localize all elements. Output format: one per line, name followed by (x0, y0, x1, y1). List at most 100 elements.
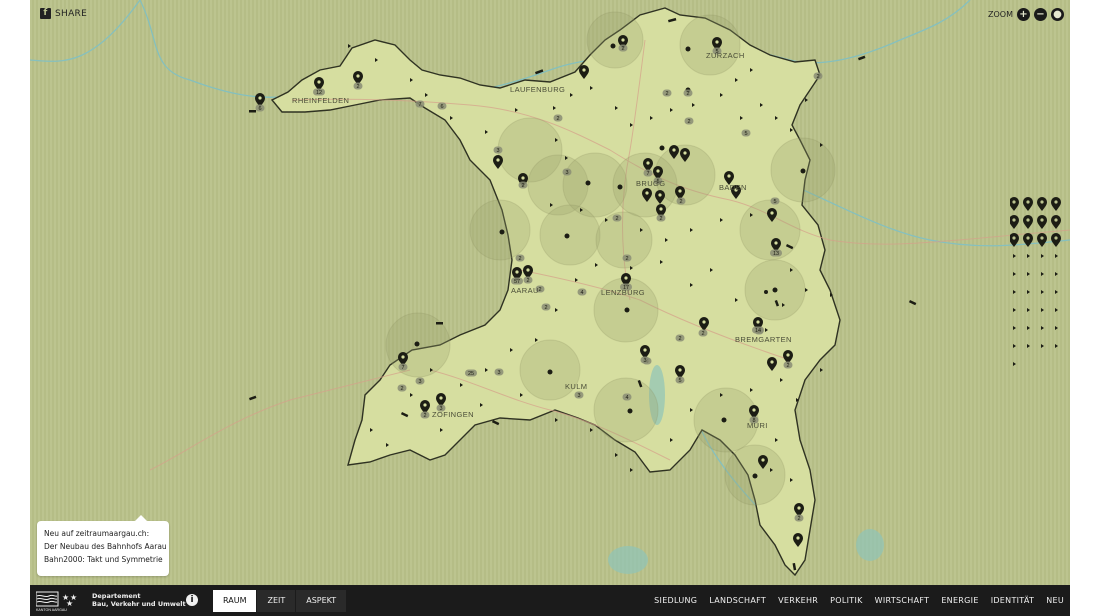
legend-arrow-icon[interactable] (1055, 308, 1058, 312)
facebook-icon: f (40, 8, 51, 19)
svg-text:2: 2 (621, 46, 624, 52)
legend-pin-icon[interactable] (1010, 197, 1019, 211)
pin-hole (621, 38, 625, 42)
count-badge: 57 (511, 277, 523, 285)
svg-text:5: 5 (678, 378, 681, 384)
legend-arrow-icon[interactable] (1013, 344, 1016, 348)
tab-raum[interactable]: RAUM (213, 590, 258, 612)
view-tabs: RAUM ZEIT ASPEKT (213, 590, 348, 612)
legend-arrow-icon[interactable] (1055, 272, 1058, 276)
place-label: LENZBURG (601, 288, 645, 297)
legend-arrow-icon[interactable] (1013, 254, 1016, 258)
legend-pin-icon[interactable] (1037, 233, 1047, 247)
topic-siedlung[interactable]: SIEDLUNG (654, 596, 697, 605)
legend-arrow-icon[interactable] (1055, 254, 1058, 258)
legend-pin-icon[interactable] (1037, 215, 1047, 229)
topic-verkehr[interactable]: VERKEHR (778, 596, 818, 605)
legend-arrow-icon[interactable] (1027, 290, 1030, 294)
legend-arrow-icon[interactable] (1013, 362, 1016, 366)
legend-arrow-icon[interactable] (1041, 308, 1044, 312)
news-link[interactable]: Der Neubau des Bahnhofs Aarau (44, 540, 167, 553)
legend-pin-icon[interactable] (1051, 233, 1061, 247)
svg-text:2: 2 (356, 84, 359, 90)
department-name: Departement Bau, Verkehr und Umwelt (92, 592, 186, 608)
eye-icon[interactable]: ● (1051, 8, 1064, 21)
legend-pin-icon[interactable] (1010, 233, 1019, 247)
svg-text:3: 3 (497, 370, 500, 376)
legend-pin-icon[interactable] (1023, 214, 1033, 229)
pin-hole (752, 408, 756, 412)
legend-arrow-icon[interactable] (1041, 344, 1044, 348)
topic-identitaet[interactable]: IDENTITÄT (991, 596, 1035, 605)
svg-text:57: 57 (514, 279, 520, 285)
arrow-icon[interactable] (805, 98, 808, 102)
share-button[interactable]: f SHARE (40, 8, 87, 19)
topic-politik[interactable]: POLITIK (830, 596, 863, 605)
pin-hole (683, 151, 687, 155)
legend-arrow-icon[interactable] (1041, 290, 1044, 294)
svg-text:2: 2 (423, 413, 426, 419)
legend-pin-icon[interactable] (1051, 215, 1061, 229)
news-box: Neu auf zeitraumaargau.ch: Der Neubau de… (37, 515, 169, 576)
topic-wirtschaft[interactable]: WIRTSCHAFT (875, 596, 930, 605)
arrow-icon[interactable] (615, 453, 618, 457)
legend-arrow-icon[interactable] (1013, 326, 1016, 330)
svg-text:14: 14 (755, 328, 761, 334)
legend-arrow-icon[interactable] (1041, 254, 1044, 258)
legend-pin-hole (1040, 218, 1044, 222)
tab-aspekt[interactable]: ASPEKT (296, 590, 348, 612)
plus-icon[interactable]: + (1017, 8, 1030, 21)
svg-text:KANTON AARGAU: KANTON AARGAU (36, 608, 67, 612)
legend-pin-icon[interactable] (1023, 232, 1033, 247)
legend-pin-icon[interactable] (1037, 197, 1047, 211)
topic-energie[interactable]: ENERGIE (941, 596, 978, 605)
legend-arrow-icon[interactable] (1013, 290, 1016, 294)
pin-hole (521, 176, 525, 180)
info-icon[interactable]: i (186, 594, 198, 606)
legend-arrow-icon[interactable] (1027, 308, 1030, 312)
arrow-icon[interactable] (820, 368, 823, 372)
legend-arrow-icon[interactable] (1013, 272, 1016, 276)
pin-hole (656, 169, 660, 173)
pin-hole (643, 348, 647, 352)
count-badge: 12 (313, 88, 325, 96)
pin-hole (797, 506, 801, 510)
svg-text:2: 2 (400, 386, 403, 392)
legend-arrow-icon[interactable] (1055, 326, 1058, 330)
legend-arrow-icon[interactable] (1013, 308, 1016, 312)
zoom-controls: ZOOM + − ● (988, 8, 1064, 21)
legend-arrow-icon[interactable] (1027, 326, 1030, 330)
minus-icon[interactable]: − (1034, 8, 1047, 21)
arrow-icon[interactable] (348, 44, 351, 48)
legend-arrow-icon[interactable] (1041, 272, 1044, 276)
count-badge: 6 (255, 104, 265, 112)
news-link[interactable]: Bahn2000: Takt und Symmetrie (44, 553, 163, 566)
pin-hole (678, 189, 682, 193)
legend-arrow-icon[interactable] (1027, 254, 1030, 258)
tab-zeit[interactable]: ZEIT (257, 590, 297, 612)
place-label: AARAU (511, 286, 539, 295)
svg-text:2: 2 (686, 91, 689, 97)
topic-neu[interactable]: NEU (1046, 596, 1064, 605)
svg-text:7: 7 (401, 365, 404, 371)
legend-arrow-icon[interactable] (1041, 326, 1044, 330)
canton-map[interactable]: 6122257622225232753222513225722174222214… (30, 0, 1070, 585)
legend-arrow-icon[interactable] (1027, 344, 1030, 348)
legend-grid[interactable] (1010, 196, 1066, 371)
legend-arrow-icon[interactable] (1055, 290, 1058, 294)
pin-hole (761, 458, 765, 462)
arrow-icon[interactable] (590, 428, 593, 432)
legend-pin-icon[interactable] (1051, 197, 1061, 211)
legend-arrow-icon[interactable] (1027, 272, 1030, 276)
pin-hole (439, 396, 443, 400)
legend-pin-icon[interactable] (1023, 196, 1033, 211)
pin-hole (624, 276, 628, 280)
svg-text:3: 3 (496, 148, 499, 154)
map-viewport[interactable]: 6122257622225232753222513225722174222214… (30, 0, 1070, 616)
arrow-icon[interactable] (555, 418, 558, 422)
legend-arrow-icon[interactable] (1055, 344, 1058, 348)
svg-text:6: 6 (258, 106, 261, 112)
topic-landschaft[interactable]: LANDSCHAFT (709, 596, 766, 605)
legend-pin-icon[interactable] (1010, 215, 1019, 229)
arrow-icon[interactable] (630, 468, 633, 472)
